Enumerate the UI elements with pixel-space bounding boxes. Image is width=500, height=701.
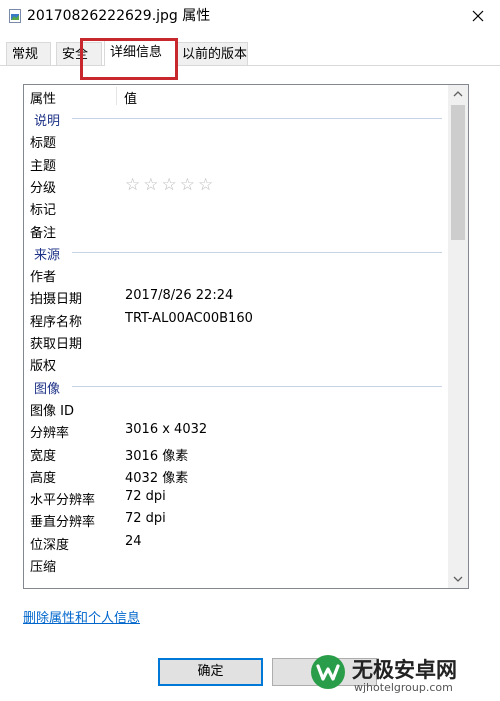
column-header-value[interactable]: 值 xyxy=(124,88,137,107)
tab-previous-versions[interactable]: 以前的版本 xyxy=(176,42,248,65)
watermark-logo-icon xyxy=(311,655,345,689)
table-row[interactable]: 主题 xyxy=(24,152,448,174)
property-name: 作者 xyxy=(30,270,57,286)
property-name: 拍摄日期 xyxy=(30,292,83,308)
property-name: 分辨率 xyxy=(30,426,70,442)
vertical-scrollbar[interactable] xyxy=(448,85,468,588)
table-row[interactable]: 标记 xyxy=(24,196,448,218)
property-name: 标记 xyxy=(30,203,57,219)
column-divider[interactable] xyxy=(116,87,117,105)
property-value: 3016 像素 xyxy=(125,448,189,464)
watermark-url: wjhotelgroup.com xyxy=(354,681,453,694)
star-outline-icon[interactable]: ☆ xyxy=(180,175,198,195)
property-value: 72 dpi xyxy=(125,489,166,505)
property-name: 获取日期 xyxy=(30,337,83,352)
property-name: 垂直分辨率 xyxy=(30,515,96,531)
table-row[interactable]: 程序名称 TRT-AL00AC00B160 xyxy=(24,308,448,330)
property-value: 3016 x 4032 xyxy=(125,422,208,438)
table-row[interactable]: 宽度 3016 像素 xyxy=(24,442,448,464)
property-value: 72 dpi xyxy=(125,511,166,527)
group-divider xyxy=(72,118,442,119)
table-row[interactable]: 版权 xyxy=(24,352,448,374)
property-value: 4032 像素 xyxy=(125,470,189,486)
property-name: 主题 xyxy=(30,158,57,174)
table-row[interactable]: 位深度 24 xyxy=(24,531,448,553)
property-name: 位深度 xyxy=(30,537,70,553)
group-header[interactable]: 图像 xyxy=(24,375,448,397)
property-name: 压缩 xyxy=(30,560,57,575)
property-value: 2017/8/26 22:24 xyxy=(125,288,234,304)
property-name: 程序名称 xyxy=(30,314,83,330)
group-title: 图像 xyxy=(34,381,61,397)
table-row[interactable]: 拍摄日期 2017/8/26 22:24 xyxy=(24,285,448,307)
tab-strip: 常规 安全 详细信息 以前的版本 xyxy=(0,40,500,66)
chevron-up-icon xyxy=(453,91,463,97)
table-row[interactable]: 备注 xyxy=(24,219,448,241)
table-row[interactable]: 标题 xyxy=(24,129,448,151)
list-header: 属性 值 xyxy=(24,85,448,107)
tab-general[interactable]: 常规 xyxy=(6,42,51,65)
table-row[interactable]: 水平分辨率 72 dpi xyxy=(24,486,448,508)
remove-properties-link[interactable]: 删除属性和个人信息 xyxy=(23,607,140,626)
property-name: 备注 xyxy=(30,225,57,241)
property-name: 水平分辨率 xyxy=(30,493,96,509)
group-divider xyxy=(72,251,442,253)
property-name: 分级 xyxy=(30,180,57,196)
property-name: 宽度 xyxy=(30,448,57,464)
table-row[interactable]: 获取日期 xyxy=(24,330,448,352)
group-title: 说明 xyxy=(34,114,61,129)
table-row[interactable]: 图像 ID xyxy=(24,397,448,419)
group-header[interactable]: 说明 xyxy=(24,107,448,129)
ok-button[interactable]: 确定 xyxy=(158,658,263,686)
scroll-up-button[interactable] xyxy=(448,85,468,103)
table-row[interactable]: 压缩 xyxy=(24,553,448,575)
details-panel: 属性 值 说明 标题 主题 分级 ☆☆☆☆☆ 标记 备注 来源 作者 拍摄日期 2017/8/26 … xyxy=(0,65,500,701)
property-value: TRT-AL00AC00B160 xyxy=(125,310,253,326)
property-list[interactable]: 属性 值 说明 标题 主题 分级 ☆☆☆☆☆ 标记 备注 来源 作者 拍摄日期 2017/8/26 … xyxy=(23,84,469,589)
watermark: 无极安卓网 wjhotelgroup.com xyxy=(300,652,500,700)
property-name: 版权 xyxy=(30,359,57,375)
property-name: 高度 xyxy=(30,470,57,486)
group-divider xyxy=(72,385,442,387)
watermark-name: 无极安卓网 xyxy=(352,658,457,682)
scroll-down-button[interactable] xyxy=(448,570,468,588)
rating-stars[interactable]: ☆☆☆☆☆ xyxy=(125,175,216,195)
table-row[interactable]: 作者 xyxy=(24,263,448,285)
star-outline-icon[interactable]: ☆ xyxy=(125,175,143,195)
property-value: 24 xyxy=(125,533,142,549)
table-row[interactable]: 分级 ☆☆☆☆☆ xyxy=(24,174,448,196)
star-outline-icon[interactable]: ☆ xyxy=(162,175,180,195)
title-bar: 20170826222629.jpg 属性 xyxy=(0,0,500,34)
property-name: 图像 ID xyxy=(30,403,74,419)
close-icon xyxy=(472,10,484,22)
scroll-thumb[interactable] xyxy=(451,105,465,240)
group-title: 来源 xyxy=(34,247,61,263)
close-button[interactable] xyxy=(456,0,500,32)
column-header-property[interactable]: 属性 xyxy=(30,88,56,107)
star-outline-icon[interactable]: ☆ xyxy=(143,175,161,195)
property-name: 标题 xyxy=(30,136,57,152)
table-row[interactable]: 高度 4032 像素 xyxy=(24,464,448,486)
window-title: 20170826222629.jpg 属性 xyxy=(27,8,211,24)
group-header[interactable]: 来源 xyxy=(24,241,448,263)
highlight-box xyxy=(80,38,178,80)
chevron-down-icon xyxy=(453,576,463,582)
image-file-icon xyxy=(9,9,21,23)
table-row[interactable]: 分辨率 3016 x 4032 xyxy=(24,419,448,441)
table-row[interactable]: 垂直分辨率 72 dpi xyxy=(24,508,448,530)
star-outline-icon[interactable]: ☆ xyxy=(198,175,216,195)
